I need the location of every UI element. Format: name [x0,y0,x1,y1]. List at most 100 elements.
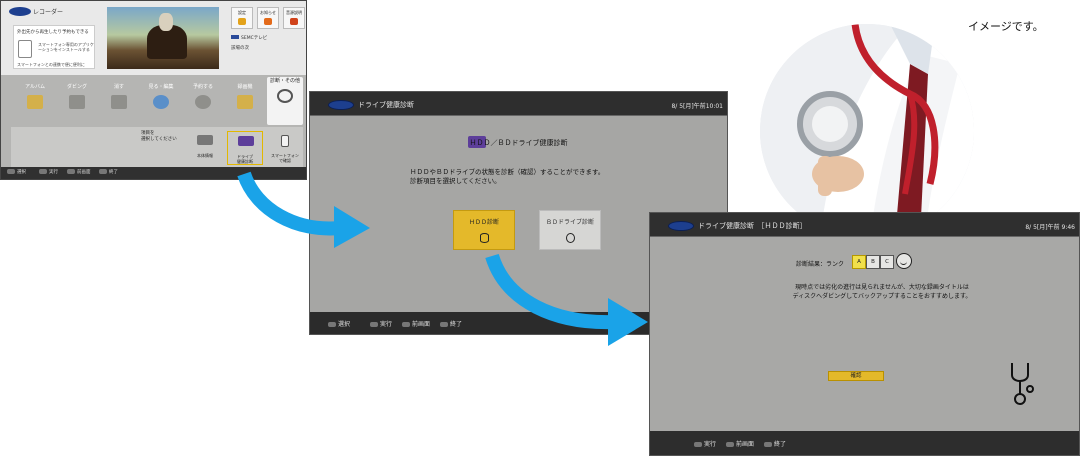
trash-icon [111,95,127,109]
program-thumbnail[interactable] [107,7,219,69]
instruction-text: ＨＤＤやＢＤドライブの状態を診断（確認）することができます。 診断項目を選択して… [410,168,670,186]
flow-arrow-2-icon [485,253,648,346]
composite-illustration: レコーダー 外出先から再生したり予約もできる スマートフォン専用のアプリケーショ… [0,0,1080,456]
screen-header: ドライブ健康診断 8/ 5[月]午前10:01 [310,92,727,116]
dubbing-icon [69,95,85,109]
confirm-button[interactable]: 確認 [828,371,884,381]
sub-item-label: ドライブ 健康診断 [237,154,253,164]
hint-back: 前画面 [402,319,430,328]
category-dubbing[interactable]: ダビング [59,83,95,123]
category-label: 録画機 [237,84,253,90]
hint-execute: 実行 [370,319,392,328]
database-icon [480,233,489,243]
smartphone-icon [18,40,32,58]
screen-title: ドライブ健康診断 ［ＨＤＤ診断］ [698,222,807,230]
sub-item-smartphone[interactable]: スマートフォン で確認 [267,131,303,165]
hint-back: 前画面 [67,169,91,175]
arrow-key-icon [328,322,336,327]
category-label: 消す [113,84,124,90]
result-line-1: 現時点では劣化の進行は見られませんが、大切な録画タイトルは [795,284,969,291]
bd-diagnosis-button[interactable]: ＢＤドライブ診断 [539,210,601,250]
disc-icon [566,233,575,243]
promo-line-3: スマートフォンとの連携で便に便利に [17,62,85,67]
category-label: 予約する [192,84,213,90]
settings-button[interactable]: 設定 [231,7,253,29]
select-prompt: 項目を 選択してください [141,131,177,142]
brand-logo-icon [328,100,354,110]
channel-logo-icon [231,35,239,39]
hint-execute: 実行 [39,169,58,175]
hint-select: 選択 [328,319,350,328]
doctor-illustration [760,24,974,238]
channel-name: SEMCテレビ [241,36,268,41]
sub-item-label: 本体情報 [197,153,213,158]
category-label: アルバム [25,84,45,90]
rank-c-badge: C [880,255,894,269]
smartphone-icon [281,135,289,147]
now-program-label: 該場の次 [231,46,249,51]
hdd-diagnosis-result-screen: ドライブ健康診断 ［ＨＤＤ診断］ 8/ 5[月]午前 9:46 診断結果：ランク… [649,212,1080,456]
instruction-line-2: 診断項目を選択してください。 [410,177,501,185]
album-icon [27,95,43,109]
mail-icon [264,18,272,25]
sub-item-device-info[interactable]: 本体情報 [187,131,223,165]
category-delete[interactable]: 消す [101,83,137,123]
exit-key-icon [440,322,448,327]
sub-item-drive-diagnosis[interactable]: ドライブ 健康診断 [227,131,263,165]
notice-button[interactable]: お知らせ [257,7,279,29]
category-label: 見る・編集 [148,84,174,90]
screen-title: ドライブ健康診断 [358,101,414,109]
speaker-icon [290,18,298,25]
hdd-diagnosis-icon [238,136,254,146]
doctor-image [760,24,974,238]
category-diagnosis-other[interactable]: 診断・その他 [267,77,303,125]
recordings-icon [237,95,253,109]
result-line-2: ディスクへダビングしてバックアップすることをおすすめします。 [792,293,972,300]
enter-key-icon [370,322,378,327]
clock-display: 8/ 5[月]午前10:01 [671,103,723,110]
audio-guide-label: 音源説明 [286,10,302,15]
clock-icon [195,95,211,109]
button-label: ＢＤドライブ診断 [545,219,594,226]
sub-item-label: スマートフォン で確認 [271,153,299,163]
brand-label: レコーダー [33,9,64,16]
top-area: レコーダー 外出先から再生したり予約もできる スマートフォン専用のアプリケーショ… [1,1,306,75]
globe-icon [153,95,169,109]
enter-key-icon [39,169,47,174]
smartphone-promo-card[interactable]: 外出先から再生したり予約もできる スマートフォン専用のアプリケーションをインスト… [13,25,95,69]
screen-header: ドライブ健康診断 ［ＨＤＤ診断］ 8/ 5[月]午前 9:46 [650,213,1079,237]
category-recordings[interactable]: 録画機 [227,83,263,123]
category-row: アルバム ダビング 消す 見る・編集 予約する 録画機 診断・その他 [1,77,306,125]
image-caption: イメージです。 [968,21,1044,33]
settings-label: 設定 [238,10,246,15]
back-key-icon [402,322,410,327]
promo-line-1: 外出先から再生したり予約もできる [17,30,89,35]
category-album[interactable]: アルバム [17,83,53,123]
hint-bar: 実行 前画面 終了 [650,431,1079,455]
device-icon [197,135,213,145]
result-text: 現時点では劣化の進行は見られませんが、大切な録画タイトルは ディスクへダビングし… [762,283,1002,301]
category-watch-edit[interactable]: 見る・編集 [143,83,179,123]
rider-shape [159,13,173,31]
tools-icon [238,18,246,25]
audio-guide-button[interactable]: 音源説明 [283,7,305,29]
button-label: ＨＤＤ診断 [468,219,499,226]
clock-display: 8/ 5[月]午前 9:46 [1025,224,1075,231]
rank-a-badge: A [852,255,866,269]
category-label: ダビング [66,84,87,90]
hint-select: 選択 [7,169,26,175]
exit-key-icon [764,442,772,447]
notice-label: お知らせ [260,10,276,15]
rank-b-badge: B [866,255,880,269]
stethoscope-icon [277,89,293,103]
instruction-line-1: ＨＤＤやＢＤドライブの状態を診断（確認）することができます。 [410,168,605,176]
hdd-diagnosis-button[interactable]: ＨＤＤ診断 [453,210,515,250]
category-reserve[interactable]: 予約する [185,83,221,123]
arrow-key-icon [7,169,15,174]
hint-exit: 終了 [440,319,462,328]
sub-menu-panel: 項目を 選択してください 本体情報 ドライブ 健康診断 スマートフォン で確認 [11,127,303,167]
stethoscope-icon [1011,363,1034,405]
hint-execute: 実行 [694,439,716,448]
flow-arrow-1-icon [237,171,370,248]
back-key-icon [67,169,75,174]
